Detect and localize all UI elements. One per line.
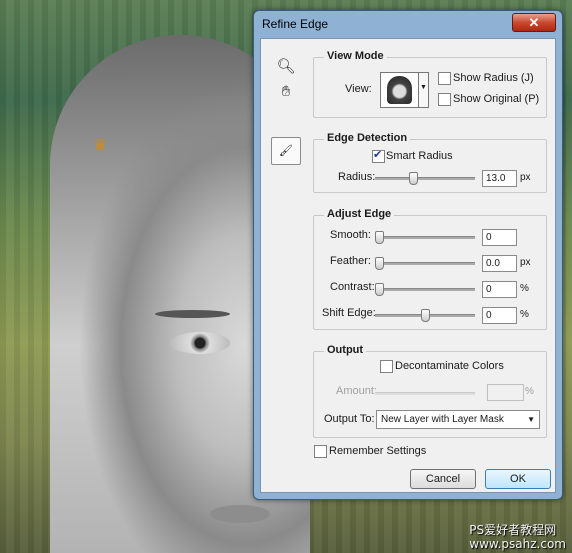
ok-button[interactable]: OK (485, 469, 551, 489)
show-original-label: Show Original (P) (453, 93, 540, 105)
amount-unit: % (525, 386, 534, 397)
cancel-button[interactable]: Cancel (410, 469, 476, 489)
feather-unit: px (520, 257, 531, 268)
shift-edge-label: Shift Edge: (322, 307, 376, 319)
feather-slider-track[interactable] (375, 262, 475, 265)
contrast-unit: % (520, 283, 529, 294)
smart-radius-checkbox[interactable] (372, 148, 385, 163)
adjust-edge-group: Adjust Edge Smooth: 0 Feather: 0.0 px Co… (313, 208, 547, 330)
output-to-label: Output To: (324, 413, 375, 425)
view-thumbnail-face (387, 76, 412, 104)
amount-slider-track[interactable] (375, 392, 475, 395)
chevron-down-icon: ▼ (527, 415, 535, 424)
show-radius-label: Show Radius (J) (453, 72, 534, 84)
output-to-value: New Layer with Layer Mask (381, 414, 504, 425)
contrast-slider-thumb[interactable] (375, 283, 384, 296)
remember-settings-label: Remember Settings (329, 445, 427, 457)
view-label: View: (345, 83, 372, 95)
amount-label: Amount: (336, 385, 377, 397)
shift-edge-slider-thumb[interactable] (421, 309, 430, 322)
dialog-titlebar[interactable]: Refine Edge ✕ (254, 11, 562, 37)
tool-column: 🔍︎ ✋︎ 🖌︎ (261, 39, 307, 492)
shift-edge-input[interactable]: 0 (482, 307, 517, 324)
close-button[interactable]: ✕ (512, 13, 556, 32)
show-original-checkbox[interactable] (438, 93, 451, 106)
crown-ornament-icon: ♛ (93, 137, 108, 154)
radius-slider-thumb[interactable] (409, 172, 419, 185)
smooth-slider-thumb[interactable] (375, 231, 384, 244)
amount-input[interactable] (487, 384, 524, 401)
decontaminate-colors-checkbox[interactable] (380, 360, 393, 373)
portrait-eye (170, 332, 230, 354)
refine-edge-dialog: Refine Edge ✕ 🔍︎ ✋︎ 🖌︎ View Mode View: ▼… (253, 10, 563, 500)
smooth-label: Smooth: (330, 229, 371, 241)
edge-detection-group: Edge Detection Smart Radius Radius: 13.0… (313, 132, 547, 193)
output-to-dropdown[interactable]: New Layer with Layer Mask ▼ (376, 410, 540, 429)
radius-input[interactable]: 13.0 (482, 170, 517, 187)
dialog-title: Refine Edge (262, 17, 329, 31)
smooth-input[interactable]: 0 (482, 229, 517, 246)
watermark: PS爱好者教程网 www.psahz.com (469, 523, 566, 551)
watermark-line2: www.psahz.com (469, 537, 566, 551)
decontaminate-colors-label: Decontaminate Colors (395, 360, 504, 372)
smart-radius-label: Smart Radius (386, 150, 453, 162)
view-mode-dropdown-arrow[interactable]: ▼ (418, 72, 429, 108)
portrait-lips (210, 505, 270, 523)
feather-slider-thumb[interactable] (375, 257, 384, 270)
remember-settings-checkbox[interactable] (314, 445, 327, 458)
smooth-slider-track[interactable] (375, 236, 475, 239)
view-mode-thumbnail[interactable] (380, 72, 420, 108)
view-mode-title: View Mode (324, 50, 387, 62)
dialog-client: 🔍︎ ✋︎ 🖌︎ View Mode View: ▼ Show Radius (… (260, 38, 556, 493)
radius-unit: px (520, 172, 531, 183)
contrast-slider-track[interactable] (375, 288, 475, 291)
output-group: Output Decontaminate Colors Amount: % Ou… (313, 344, 547, 438)
refine-radius-brush-icon[interactable]: 🖌︎ (271, 137, 301, 165)
contrast-label: Contrast: (330, 281, 375, 293)
contrast-input[interactable]: 0 (482, 281, 517, 298)
feather-input[interactable]: 0.0 (482, 255, 517, 272)
feather-label: Feather: (330, 255, 371, 267)
hand-tool-icon[interactable]: ✋︎ (275, 81, 297, 103)
show-radius-checkbox[interactable] (438, 72, 451, 85)
radius-slider-track[interactable] (375, 177, 475, 180)
watermark-line1: PS爱好者教程网 (469, 523, 557, 537)
edge-detection-title: Edge Detection (324, 132, 411, 144)
output-title: Output (324, 344, 367, 356)
portrait-eyebrow (155, 310, 230, 318)
zoom-tool-icon[interactable]: 🔍︎ (275, 56, 297, 78)
radius-label: Radius: (338, 171, 376, 183)
shift-edge-unit: % (520, 309, 529, 320)
adjust-edge-title: Adjust Edge (324, 208, 395, 220)
view-mode-group: View Mode View: ▼ Show Radius (J) Show O… (313, 50, 547, 118)
